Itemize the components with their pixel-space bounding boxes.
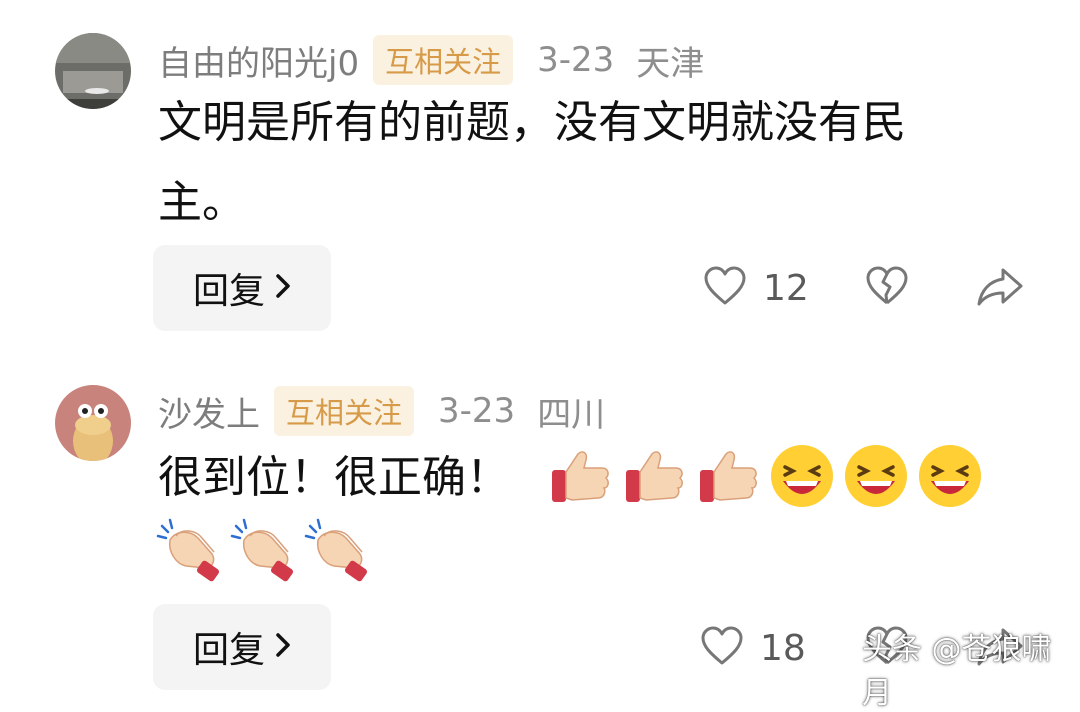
comment-text: 很到位！很正确！	[158, 452, 510, 503]
reply-button[interactable]: 回复	[153, 245, 331, 331]
reply-label: 回复	[192, 630, 265, 671]
comment-date: 3-23	[438, 391, 516, 431]
dislike-button[interactable]	[865, 266, 909, 310]
emoji-row	[156, 516, 378, 584]
comment-text-line: 文明是所有的前题，没有文明就没有民	[158, 97, 906, 148]
comment-meta: 自由的阳光j0 互相关注 3-23 天津	[158, 33, 704, 87]
comment-location: 四川	[537, 394, 606, 435]
avatar[interactable]	[55, 33, 131, 109]
laughing-face-icon	[916, 442, 984, 510]
like-button[interactable]: 18	[700, 626, 806, 670]
avatar[interactable]	[55, 385, 131, 461]
reply-button[interactable]: 回复	[153, 604, 331, 690]
thumbs-up-icon	[546, 442, 614, 510]
heart-icon	[703, 266, 747, 310]
like-count: 18	[760, 627, 806, 669]
chevron-right-icon	[275, 269, 291, 307]
username[interactable]: 沙发上	[158, 387, 260, 436]
comment-location: 天津	[636, 43, 705, 84]
like-count: 12	[763, 267, 809, 309]
broken-heart-icon	[865, 266, 909, 310]
comment-date: 3-23	[537, 40, 615, 80]
share-button[interactable]	[975, 266, 1025, 312]
comment-text: 文明是所有的前题，没有文明就没有民 主。	[158, 83, 1018, 243]
clapping-hands-icon	[156, 516, 224, 584]
watermark: 头条 @苍狼啸月	[862, 632, 1052, 711]
follow-badge: 互相关注	[373, 35, 514, 85]
reply-label: 回复	[192, 271, 265, 312]
comment-text-line: 主。	[158, 177, 246, 228]
like-button[interactable]: 12	[703, 266, 809, 310]
thumbs-up-icon	[694, 442, 762, 510]
laughing-face-icon	[842, 442, 910, 510]
follow-badge: 互相关注	[274, 386, 415, 436]
emoji-row	[546, 442, 990, 510]
thumbs-up-icon	[620, 442, 688, 510]
laughing-face-icon	[768, 442, 836, 510]
username[interactable]: 自由的阳光j0	[158, 36, 359, 85]
clapping-hands-icon	[230, 516, 298, 584]
share-arrow-icon	[975, 266, 1025, 312]
comment-meta: 沙发上 互相关注 3-23 四川	[158, 384, 605, 438]
clapping-hands-icon	[304, 516, 372, 584]
chevron-right-icon	[275, 628, 291, 666]
heart-icon	[700, 626, 744, 670]
